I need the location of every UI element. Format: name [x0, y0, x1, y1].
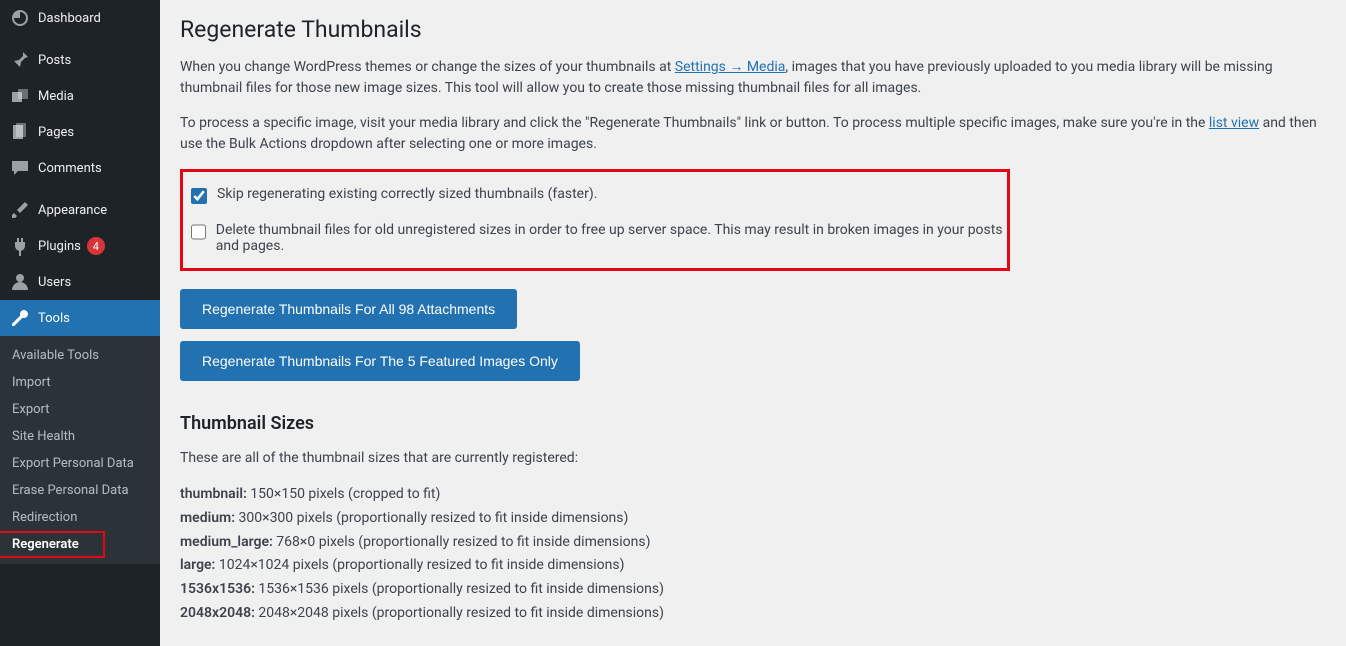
menu-label: Users — [38, 275, 71, 290]
menu-label: Media — [38, 89, 74, 104]
wrench-icon — [10, 308, 30, 328]
size-row: large: 1024×1024 pixels (proportionally … — [180, 554, 1326, 578]
thumbnail-sizes-list: thumbnail: 150×150 pixels (cropped to fi… — [180, 483, 1326, 626]
sidebar-item-plugins[interactable]: Plugins 4 — [0, 228, 160, 264]
options-highlight-box: Skip regenerating existing correctly siz… — [180, 169, 1010, 271]
sidebar-item-pages[interactable]: Pages — [0, 114, 160, 150]
menu-label: Dashboard — [38, 11, 101, 26]
sidebar-item-posts[interactable]: Posts — [0, 42, 160, 78]
main-content: Regenerate Thumbnails When you change Wo… — [160, 0, 1346, 646]
regenerate-all-button[interactable]: Regenerate Thumbnails For All 98 Attachm… — [180, 289, 517, 329]
sizes-intro: These are all of the thumbnail sizes tha… — [180, 448, 1326, 469]
menu-label: Posts — [38, 53, 71, 68]
regenerate-featured-button[interactable]: Regenerate Thumbnails For The 5 Featured… — [180, 341, 580, 381]
sub-available-tools[interactable]: Available Tools — [0, 342, 160, 369]
sub-export[interactable]: Export — [0, 396, 160, 423]
brush-icon — [10, 200, 30, 220]
sidebar-item-media[interactable]: Media — [0, 78, 160, 114]
delete-old-checkbox[interactable] — [191, 224, 206, 240]
pages-icon — [10, 122, 30, 142]
thumbnail-sizes-heading: Thumbnail Sizes — [180, 413, 1326, 434]
sidebar-item-comments[interactable]: Comments — [0, 150, 160, 186]
media-icon — [10, 86, 30, 106]
menu-label: Tools — [38, 311, 70, 326]
menu-label: Comments — [38, 161, 102, 176]
size-row: medium: 300×300 pixels (proportionally r… — [180, 507, 1326, 531]
skip-existing-label: Skip regenerating existing correctly siz… — [217, 186, 597, 202]
sidebar-item-dashboard[interactable]: Dashboard — [0, 0, 160, 36]
update-badge: 4 — [87, 237, 105, 255]
sidebar-item-tools[interactable]: Tools — [0, 300, 160, 336]
intro-paragraph-2: To process a specific image, visit your … — [180, 113, 1326, 155]
delete-old-label: Delete thumbnail files for old unregiste… — [216, 222, 1007, 254]
list-view-link[interactable]: list view — [1209, 115, 1259, 131]
tools-submenu: Available Tools Import Export Site Healt… — [0, 336, 160, 564]
menu-label: Plugins — [38, 239, 81, 254]
sub-site-health[interactable]: Site Health — [0, 423, 160, 450]
admin-sidebar: Dashboard Posts Media Pages Comments App… — [0, 0, 160, 646]
skip-existing-checkbox[interactable] — [191, 188, 207, 204]
sub-erase-personal[interactable]: Erase Personal Data — [0, 477, 160, 504]
sub-regenerate[interactable]: Regenerate — [0, 531, 105, 558]
comment-icon — [10, 158, 30, 178]
sidebar-item-users[interactable]: Users — [0, 264, 160, 300]
plug-icon — [10, 236, 30, 256]
pin-icon — [10, 50, 30, 70]
sub-redirection[interactable]: Redirection — [0, 504, 160, 531]
size-row: 1536x1536: 1536×1536 pixels (proportiona… — [180, 578, 1326, 602]
page-title: Regenerate Thumbnails — [180, 16, 1326, 43]
size-row: thumbnail: 150×150 pixels (cropped to fi… — [180, 483, 1326, 507]
dashboard-icon — [10, 8, 30, 28]
sidebar-item-appearance[interactable]: Appearance — [0, 192, 160, 228]
sub-import[interactable]: Import — [0, 369, 160, 396]
menu-label: Appearance — [38, 203, 107, 218]
size-row: 2048x2048: 2048×2048 pixels (proportiona… — [180, 602, 1326, 626]
settings-media-link[interactable]: Settings → Media — [675, 59, 786, 75]
sub-export-personal[interactable]: Export Personal Data — [0, 450, 160, 477]
user-icon — [10, 272, 30, 292]
size-row: medium_large: 768×0 pixels (proportional… — [180, 531, 1326, 555]
menu-label: Pages — [38, 125, 74, 140]
intro-paragraph-1: When you change WordPress themes or chan… — [180, 57, 1326, 99]
